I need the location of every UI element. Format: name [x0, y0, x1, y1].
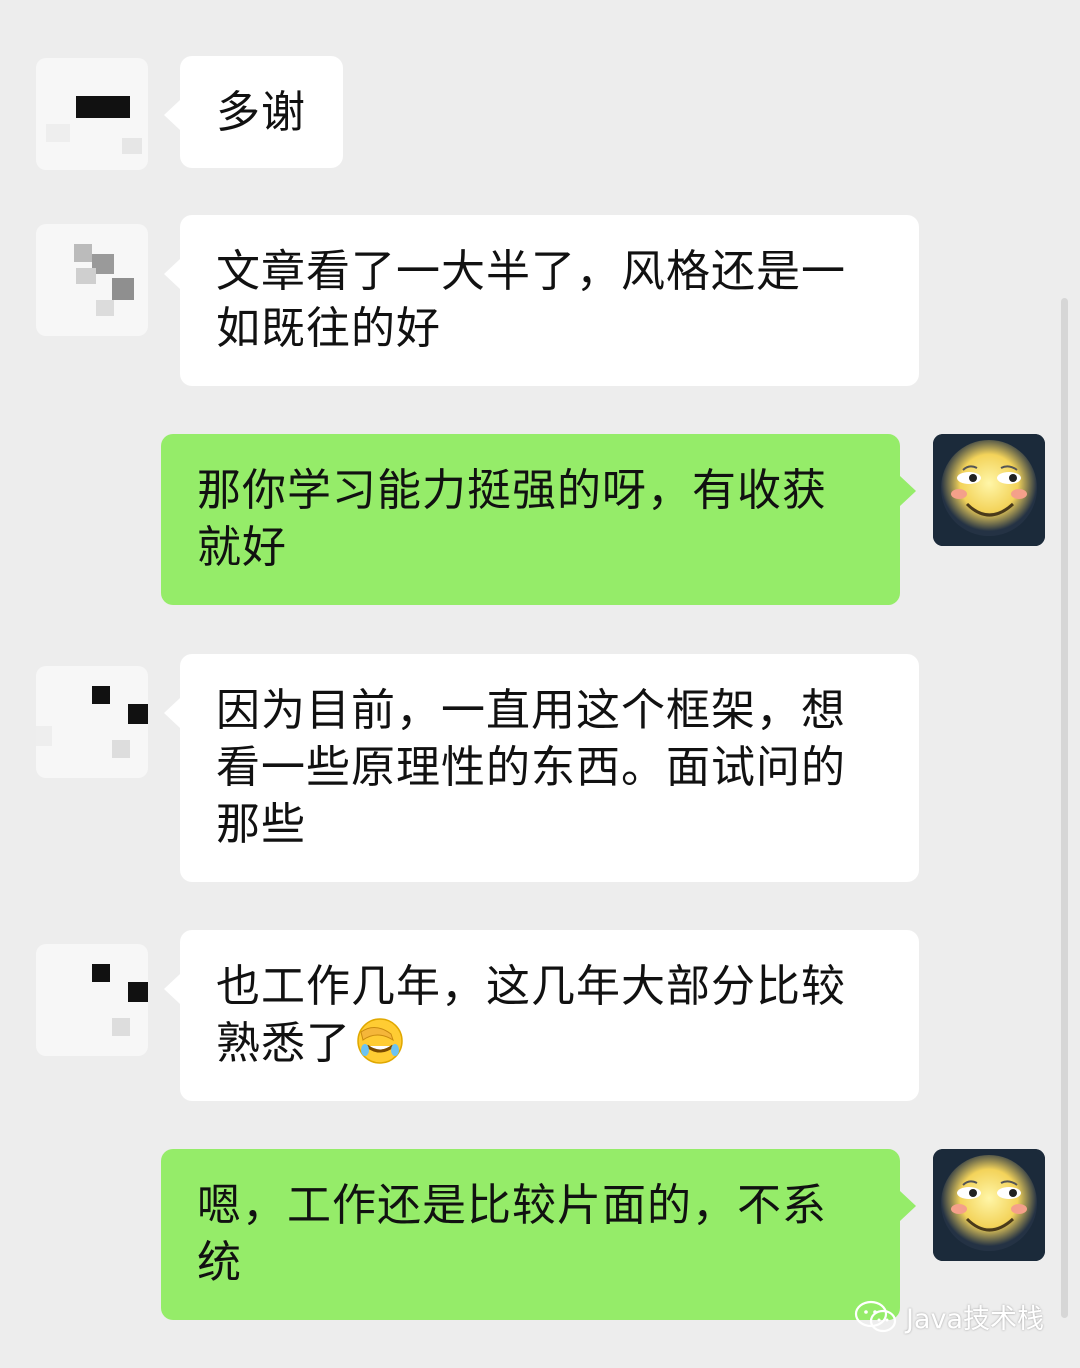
watermark-label: Java技术栈: [905, 1304, 1044, 1335]
wechat-icon: [854, 1300, 897, 1332]
message-bubble[interactable]: 因为目前，一直用这个框架，想看一些原理性的东西。面试问的那些: [164, 654, 919, 882]
message-text: 嗯，工作还是比较片面的，不系统: [197, 1180, 827, 1288]
contact-avatar[interactable]: [36, 666, 148, 778]
self-avatar[interactable]: [933, 1149, 1045, 1261]
message-text: 多谢: [216, 87, 306, 138]
message-bubble[interactable]: 那你学习能力挺强的呀，有收获就好: [161, 434, 916, 605]
contact-avatar[interactable]: [36, 58, 148, 170]
contact-avatar[interactable]: [36, 944, 148, 1056]
message-text: 也工作几年，这几年大部分比较熟悉了: [216, 961, 846, 1069]
contact-avatar[interactable]: [36, 224, 148, 336]
message-bubble[interactable]: 嗯，工作还是比较片面的，不系统: [161, 1149, 916, 1320]
smiley-avatar-icon: [933, 1149, 1045, 1261]
message-bubble[interactable]: 也工作几年，这几年大部分比较熟悉了: [164, 930, 919, 1101]
message-text: 因为目前，一直用这个框架，想看一些原理性的东西。面试问的那些: [216, 685, 846, 850]
self-avatar[interactable]: [933, 434, 1045, 546]
scrollbar[interactable]: [1061, 298, 1068, 1318]
smiley-avatar-icon: [933, 434, 1045, 546]
facepalm-emoji-icon: [355, 1016, 405, 1066]
message-bubble[interactable]: 多谢: [164, 56, 343, 168]
message-text: 那你学习能力挺强的呀，有收获就好: [197, 465, 827, 573]
message-text: 文章看了一大半了，风格还是一如既往的好: [216, 246, 846, 354]
watermark: Java技术栈: [854, 1297, 1044, 1336]
message-bubble[interactable]: 文章看了一大半了，风格还是一如既往的好: [164, 215, 919, 386]
